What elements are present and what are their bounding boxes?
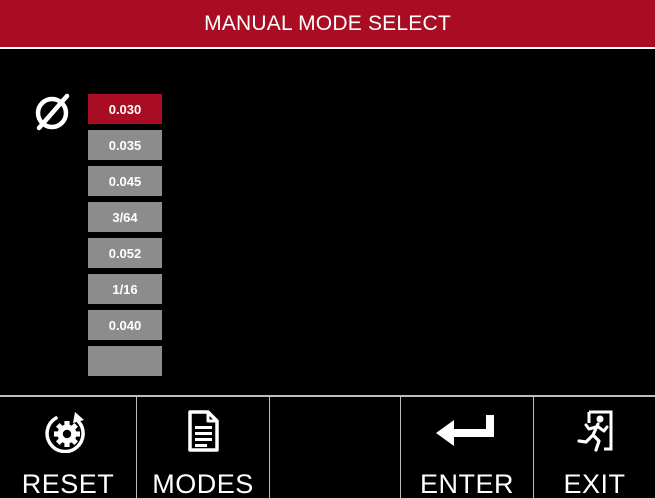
wire-size-option[interactable]: 0.052 — [88, 238, 162, 268]
page-title: MANUAL MODE SELECT — [204, 11, 451, 35]
wire-size-option[interactable]: 1/16 — [88, 274, 162, 304]
reset-button[interactable]: RESET — [0, 397, 137, 498]
wire-size-option[interactable]: 0.040 — [88, 310, 162, 340]
reset-gear-icon — [45, 412, 85, 453]
bottom-toolbar: RESET MODES ENTER EXIT — [0, 395, 655, 498]
wire-size-option[interactable]: 0.045 — [88, 166, 162, 196]
modes-label: MODES — [152, 469, 254, 498]
enter-arrow-icon — [436, 415, 494, 446]
exit-label: EXIT — [563, 469, 626, 498]
wire-size-option[interactable]: 3/64 — [88, 202, 162, 232]
diameter-icon — [35, 93, 70, 131]
enter-button[interactable]: ENTER — [401, 397, 534, 498]
wire-size-option-empty[interactable] — [88, 346, 162, 376]
modes-button[interactable]: MODES — [137, 397, 270, 498]
header-bar: MANUAL MODE SELECT — [0, 0, 655, 49]
wire-size-option[interactable]: 0.035 — [88, 130, 162, 160]
screen: MANUAL MODE SELECT 0.030 0.035 0.045 3/6… — [0, 0, 655, 498]
enter-label: ENTER — [419, 469, 514, 498]
document-icon — [188, 410, 219, 452]
exit-button[interactable]: EXIT — [534, 397, 655, 498]
reset-label: RESET — [21, 469, 115, 498]
blank-button[interactable] — [270, 397, 401, 498]
wire-size-option[interactable]: 0.030 — [88, 94, 162, 124]
exit-running-man-icon — [576, 410, 612, 452]
wire-size-list: 0.030 0.035 0.045 3/64 0.052 1/16 0.040 — [88, 94, 162, 382]
